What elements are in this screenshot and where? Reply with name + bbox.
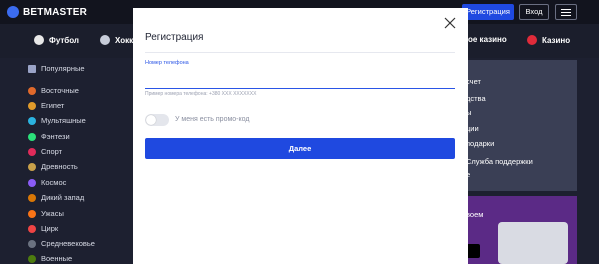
sidebar-item-medieval[interactable]: Средневековье: [28, 239, 95, 248]
menu-icon: [561, 12, 571, 13]
sidebar-item-label: Дикий запад: [41, 193, 85, 202]
wild-west-icon: [28, 193, 36, 202]
military-icon: [28, 254, 36, 263]
space-icon: [28, 178, 36, 187]
sidebar-item-label: Космос: [41, 178, 67, 187]
fantasy-icon: [28, 132, 36, 141]
game-categories-sidebar: Популярные Восточные Египет Мультяшные Ф…: [0, 58, 134, 264]
login-button[interactable]: Вход: [519, 4, 549, 20]
sidebar-item-sport[interactable]: Спорт: [28, 147, 62, 156]
hockey-icon: [100, 35, 110, 45]
popular-icon: [28, 64, 36, 73]
nav-item-label: Казино: [542, 35, 571, 45]
sidebar-item-space[interactable]: Космос: [28, 178, 66, 187]
account-menu-item[interactable]: дства: [466, 94, 486, 103]
registration-modal: Регистрация Номер телефона Пример номера…: [133, 8, 468, 264]
horror-icon: [28, 209, 36, 218]
sidebar-item-egypt[interactable]: Египет: [28, 101, 64, 110]
modal-title: Регистрация: [145, 32, 204, 43]
promo-code-toggle[interactable]: [145, 114, 169, 126]
phone-hint: Пример номера телефона: +380 XXX XXXXXXX: [145, 91, 257, 97]
sidebar-item-circus[interactable]: Цирк: [28, 224, 58, 233]
register-button[interactable]: Регистрация: [462, 4, 514, 20]
sidebar-item-label: Древность: [41, 162, 78, 171]
football-icon: [34, 35, 44, 45]
next-button[interactable]: Далее: [145, 138, 455, 159]
nav-item-label: ое казино: [468, 35, 507, 44]
sidebar-item-label: Ужасы: [41, 209, 64, 218]
sidebar-item-label: Спорт: [41, 147, 63, 156]
sidebar-item-label: Военные: [41, 254, 73, 263]
nav-item-label: Хокк: [115, 35, 134, 45]
sidebar-item-cartoon[interactable]: Мультяшные: [28, 116, 86, 125]
app-promo-text: воем: [466, 210, 484, 219]
phone-input[interactable]: [145, 68, 455, 89]
sidebar-item-label: Восточные: [41, 86, 79, 95]
app-promo-banner[interactable]: воем: [458, 196, 577, 264]
phone-field-label: Номер телефона: [145, 60, 189, 66]
casino-chip-icon: [527, 35, 537, 45]
logo-text: BETMASTER: [23, 6, 88, 18]
toggle-knob: [146, 115, 156, 125]
circus-icon: [28, 224, 36, 233]
sidebar-item-horror[interactable]: Ужасы: [28, 209, 64, 218]
sidebar-item-antiquity[interactable]: Древность: [28, 162, 78, 171]
menu-button[interactable]: [555, 4, 577, 20]
sidebar-item-label: Мультяшные: [41, 116, 86, 125]
nav-item-football[interactable]: Футбол: [34, 35, 79, 45]
nav-item-label: Футбол: [49, 35, 80, 45]
phone-image-icon: [498, 222, 568, 264]
sidebar-item-wild-west[interactable]: Дикий запад: [28, 193, 84, 202]
sidebar-item-popular[interactable]: Популярные: [28, 64, 85, 73]
menu-icon: [561, 9, 571, 10]
menu-icon: [561, 15, 571, 16]
sidebar-item-label: Популярные: [41, 64, 85, 73]
account-menu-item[interactable]: подарки: [466, 139, 494, 148]
sidebar-item-label: Цирк: [41, 224, 59, 233]
sidebar-item-military[interactable]: Военные: [28, 254, 72, 263]
medieval-icon: [28, 239, 36, 248]
oriental-icon: [28, 86, 36, 95]
sidebar-item-label: Фэнтези: [41, 132, 70, 141]
nav-item-hockey[interactable]: Хокк: [100, 35, 133, 45]
cartoon-icon: [28, 116, 36, 125]
sidebar-item-fantasy[interactable]: Фэнтези: [28, 132, 70, 141]
egypt-icon: [28, 101, 36, 110]
promo-code-label: У меня есть промо-код: [175, 116, 250, 123]
nav-item-live-casino[interactable]: ое казино: [468, 35, 507, 44]
nav-item-casino[interactable]: Казино: [527, 35, 570, 45]
account-menu-item[interactable]: счет: [466, 77, 481, 86]
support-link[interactable]: Служба поддержки: [466, 157, 533, 166]
sport-icon: [28, 147, 36, 156]
logo[interactable]: BETMASTER: [7, 6, 87, 18]
sidebar-item-label: Средневековье: [41, 239, 95, 248]
close-icon[interactable]: [443, 16, 457, 30]
sidebar-item-label: Египет: [41, 101, 65, 110]
divider: [145, 52, 455, 53]
antiquity-icon: [28, 162, 36, 171]
sidebar-item-oriental[interactable]: Восточные: [28, 86, 79, 95]
logo-mark-icon: [7, 6, 19, 18]
